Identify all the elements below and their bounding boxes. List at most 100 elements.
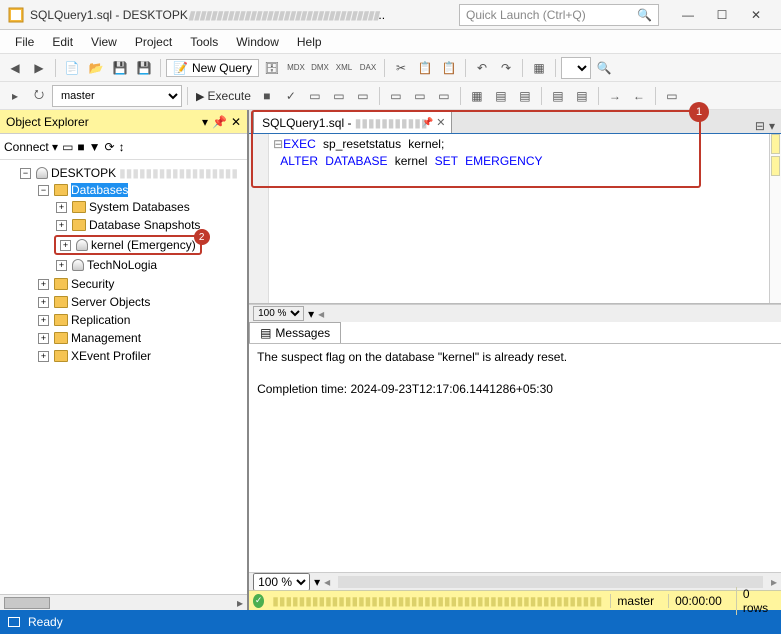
messages-pane[interactable]: The suspect flag on the database "kernel… [249,344,781,572]
sql-code[interactable]: ⊟EXEC sp_resetstatus kernel; ALTER DATAB… [273,136,542,170]
collapse-icon[interactable]: − [20,168,31,179]
close-panel-icon[interactable]: ✕ [231,115,241,129]
dax-icon[interactable]: DAX [357,57,379,79]
server-node[interactable]: −DESKTOPK▮▮▮▮▮▮▮▮▮▮▮▮▮▮▮▮▮▮ [18,165,247,181]
mdx-icon[interactable]: MDX [285,57,307,79]
technologia-db-node[interactable]: +TechNoLogia [54,257,247,273]
copy-icon[interactable]: 📋 [414,57,436,79]
sql-editor[interactable]: ⊟EXEC sp_resetstatus kernel; ALTER DATAB… [249,134,781,304]
quick-launch-input[interactable]: Quick Launch (Ctrl+Q) 🔍 [459,4,659,26]
new-icon[interactable]: 📄 [61,57,83,79]
kernel-db-node[interactable]: +kernel (Emergency) [58,237,198,253]
expand-icon[interactable]: + [56,220,67,231]
msg-hscroll[interactable] [338,576,763,588]
tab-pin-icon[interactable]: 📌 [422,117,433,128]
intellisense-icon[interactable]: ▭ [352,85,374,107]
indent-icon[interactable]: → [604,85,626,107]
refresh-icon[interactable]: ⟳ [105,140,115,154]
paste-icon[interactable]: 📋 [438,57,460,79]
object-explorer-tree[interactable]: −DESKTOPK▮▮▮▮▮▮▮▮▮▮▮▮▮▮▮▮▮▮ −Databases +… [0,160,247,594]
tab-close-icon[interactable]: ✕ [436,116,445,129]
maximize-button[interactable]: ☐ [705,3,739,27]
expand-icon[interactable]: + [38,279,49,290]
db-engine-icon[interactable]: 🗄 [261,57,283,79]
msg-zoom-combo[interactable]: 100 % [253,573,310,591]
include-live-icon[interactable]: ▭ [433,85,455,107]
minimize-button[interactable]: — [671,3,705,27]
msg-zoom-dropdown-icon[interactable]: ▾ [314,575,320,589]
xevent-node[interactable]: +XEvent Profiler [36,348,247,364]
system-databases-node[interactable]: +System Databases [54,199,247,215]
expand-icon[interactable]: + [56,202,67,213]
undo-icon[interactable]: ↶ [471,57,493,79]
menu-tools[interactable]: Tools [181,32,227,52]
execute-button[interactable]: ▶ Execute [193,89,254,103]
filter-icon[interactable]: ▼ [89,140,101,154]
expand-icon[interactable]: + [56,260,67,271]
messages-tab[interactable]: ▤ Messages [249,322,341,343]
open-icon[interactable]: 📂 [85,57,107,79]
pin-icon[interactable]: 📌 [212,115,227,129]
menu-view[interactable]: View [82,32,126,52]
expand-icon[interactable]: + [38,333,49,344]
menu-project[interactable]: Project [126,32,181,52]
outdent-icon[interactable]: ← [628,85,650,107]
expand-icon[interactable]: + [38,315,49,326]
objexp-hscroll[interactable]: ▸ [0,594,247,610]
menu-edit[interactable]: Edit [43,32,82,52]
dropdown-icon[interactable]: ▾ [202,115,208,129]
collapse-icon[interactable]: − [38,185,49,196]
query-options-icon[interactable]: ▭ [328,85,350,107]
tab-overflow-icon[interactable]: ⊟ [755,119,765,133]
change-conn-icon[interactable]: ⭮ [28,85,50,107]
object-explorer-title: Object Explorer [6,115,89,129]
xmla-icon[interactable]: XML [333,57,355,79]
tab-menu-icon[interactable]: ▾ [769,119,775,133]
new-query-button[interactable]: 📝 New Query [166,59,259,77]
database-snapshots-node[interactable]: +Database Snapshots [54,217,247,233]
cut-icon[interactable]: ✂ [390,57,412,79]
security-node[interactable]: +Security [36,276,247,292]
results-text-icon[interactable]: ▤ [490,85,512,107]
stop-icon-2[interactable]: ■ [77,140,84,154]
editor-tab[interactable]: SQLQuery1.sql - ▮▮▮▮▮▮▮▮▮▮▮ 📌 ✕ [253,111,452,133]
menu-window[interactable]: Window [227,32,288,52]
solution-combo[interactable] [561,57,591,79]
zoom-dropdown-icon[interactable]: ▾ [308,307,314,321]
parse-icon[interactable]: ✓ [280,85,302,107]
zoom-combo[interactable]: 100 % [253,306,304,321]
results-file-icon[interactable]: ▤ [514,85,536,107]
nav-back-icon[interactable]: ◀ [4,57,26,79]
save-all-icon[interactable]: 💾 [133,57,155,79]
menu-help[interactable]: Help [288,32,331,52]
databases-node[interactable]: −Databases [36,182,247,198]
replication-node[interactable]: +Replication [36,312,247,328]
comment-icon[interactable]: ▤ [547,85,569,107]
stop-icon[interactable]: ■ [256,85,278,107]
expand-icon[interactable]: ↕ [119,140,125,154]
expand-icon[interactable]: + [38,351,49,362]
properties-icon[interactable]: ▦ [528,57,550,79]
uncomment-icon[interactable]: ▤ [571,85,593,107]
database-combo[interactable]: master [52,85,182,107]
dmx-icon[interactable]: DMX [309,57,331,79]
connect-button[interactable]: Connect ▾ [4,140,58,154]
nav-fwd-icon[interactable]: ▶ [28,57,50,79]
estimated-plan-icon[interactable]: ▭ [304,85,326,107]
include-stats-icon[interactable]: ▭ [409,85,431,107]
results-grid-icon[interactable]: ▦ [466,85,488,107]
expand-icon[interactable]: + [38,297,49,308]
redo-icon[interactable]: ↷ [495,57,517,79]
include-plan-icon[interactable]: ▭ [385,85,407,107]
expand-icon[interactable]: + [60,240,71,251]
app-status-bar: Ready [0,610,781,634]
close-button[interactable]: ✕ [739,3,773,27]
save-icon[interactable]: 💾 [109,57,131,79]
menu-file[interactable]: File [6,32,43,52]
specify-values-icon[interactable]: ▭ [661,85,683,107]
disconnect-icon[interactable]: ▭ [62,140,73,154]
server-objects-node[interactable]: +Server Objects [36,294,247,310]
management-node[interactable]: +Management [36,330,247,346]
use-db-icon[interactable]: ▸ [4,85,26,107]
find-icon[interactable]: 🔍 [593,57,615,79]
